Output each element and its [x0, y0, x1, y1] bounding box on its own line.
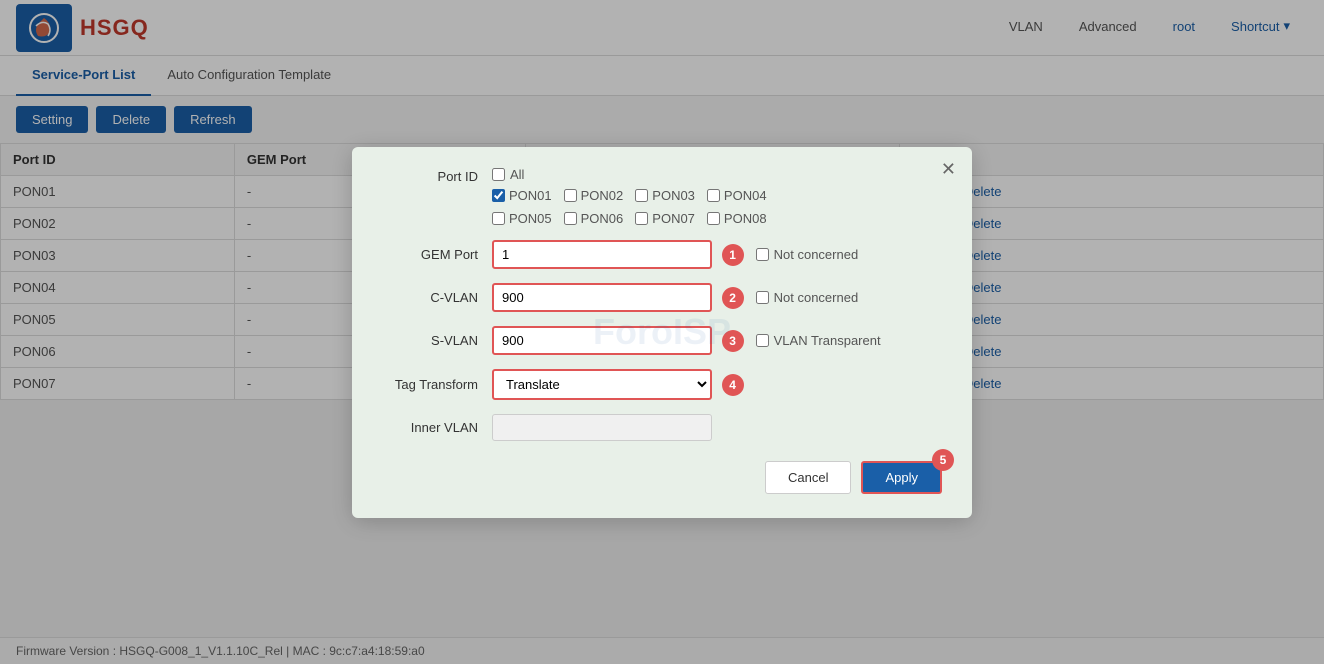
c-vlan-label: C-VLAN	[382, 290, 492, 305]
port-checkbox-item: PON08	[707, 211, 767, 226]
c-vlan-input[interactable]	[492, 283, 712, 312]
apply-button-area: Apply 5	[861, 461, 942, 494]
inner-vlan-input[interactable]	[492, 414, 712, 441]
step-badge-4: 4	[722, 374, 744, 396]
modal-footer: Cancel Apply 5	[382, 461, 942, 494]
s-vlan-input-area: 3	[492, 326, 744, 355]
port-checkbox-pon04[interactable]	[707, 189, 720, 202]
modal-dialog: ✕ Port ID All PON01PON02PON03PON04PON05P…	[352, 147, 972, 518]
port-id-label: Port ID	[382, 167, 492, 184]
s-vlan-transparent-checkbox[interactable]	[756, 334, 769, 347]
s-vlan-transparent-label: VLAN Transparent	[756, 333, 881, 348]
gem-port-not-concerned-label: Not concerned	[756, 247, 859, 262]
port-checkbox-item: PON04	[707, 188, 767, 203]
port-checkbox-item: PON02	[564, 188, 624, 203]
port-checkboxes-grid: PON01 PON02 PON03 PON04 PON05 PON06 PON07 PON08	[492, 188, 767, 226]
s-vlan-label: S-VLAN	[382, 333, 492, 348]
gem-port-input-area: 1	[492, 240, 744, 269]
port-checkbox-pon07[interactable]	[635, 212, 648, 225]
checkbox-all-area: All	[492, 167, 767, 182]
s-vlan-input[interactable]	[492, 326, 712, 355]
inner-vlan-row: Inner VLAN	[382, 414, 942, 441]
step-badge-3: 3	[722, 330, 744, 352]
tag-transform-label: Tag Transform	[382, 377, 492, 392]
all-label: All	[510, 167, 524, 182]
port-checkbox-item: PON06	[564, 211, 624, 226]
s-vlan-row: S-VLAN 3 VLAN Transparent	[382, 326, 942, 355]
modal-overlay: ✕ Port ID All PON01PON02PON03PON04PON05P…	[0, 0, 1324, 664]
tag-transform-row: Tag Transform TranslateAddRemoveReplace …	[382, 369, 942, 400]
checkbox-all[interactable]	[492, 168, 505, 181]
port-checkbox-pon08[interactable]	[707, 212, 720, 225]
port-id-area: Port ID All PON01PON02PON03PON04PON05PON…	[382, 167, 942, 226]
port-id-checkboxes: All PON01PON02PON03PON04PON05PON06PON07P…	[492, 167, 767, 226]
port-checkbox-item: PON07	[635, 211, 695, 226]
port-checkbox-item: PON01	[492, 188, 552, 203]
step-badge-2: 2	[722, 287, 744, 309]
port-checkbox-pon01[interactable]	[492, 189, 505, 202]
close-button[interactable]: ✕	[941, 159, 956, 180]
tag-transform-select-area: TranslateAddRemoveReplace 4	[492, 369, 744, 400]
gem-port-row: GEM Port 1 Not concerned	[382, 240, 942, 269]
apply-button[interactable]: Apply	[861, 461, 942, 494]
gem-port-not-concerned-checkbox[interactable]	[756, 248, 769, 261]
tag-transform-select[interactable]: TranslateAddRemoveReplace	[492, 369, 712, 400]
c-vlan-input-area: 2	[492, 283, 744, 312]
gem-port-label: GEM Port	[382, 247, 492, 262]
gem-port-input[interactable]	[492, 240, 712, 269]
c-vlan-not-concerned-label: Not concerned	[756, 290, 859, 305]
port-checkbox-pon02[interactable]	[564, 189, 577, 202]
c-vlan-not-concerned-checkbox[interactable]	[756, 291, 769, 304]
port-checkbox-pon05[interactable]	[492, 212, 505, 225]
step-badge-1: 1	[722, 244, 744, 266]
port-checkbox-item: PON03	[635, 188, 695, 203]
c-vlan-row: C-VLAN 2 Not concerned	[382, 283, 942, 312]
cancel-button[interactable]: Cancel	[765, 461, 851, 494]
port-checkbox-pon06[interactable]	[564, 212, 577, 225]
port-checkbox-item: PON05	[492, 211, 552, 226]
port-checkbox-pon03[interactable]	[635, 189, 648, 202]
step-badge-5: 5	[932, 449, 954, 471]
inner-vlan-label: Inner VLAN	[382, 420, 492, 435]
